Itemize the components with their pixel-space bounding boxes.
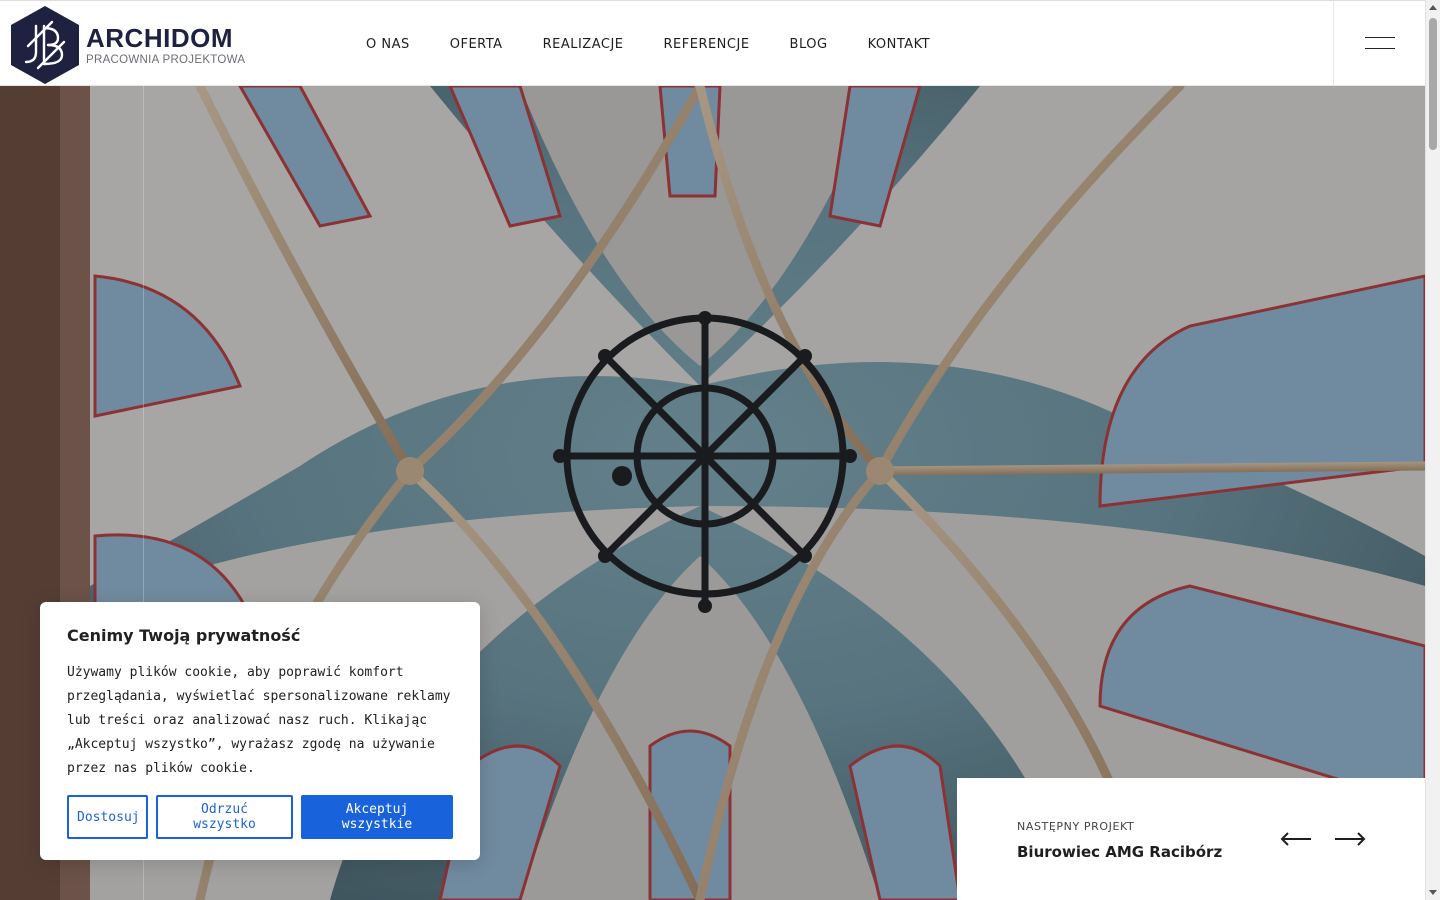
- logo-title: ARCHIDOM: [86, 23, 233, 53]
- scroll-down-icon[interactable]: [1429, 890, 1437, 895]
- cookie-buttons: Dostosuj Odrzuć wszystko Akceptuj wszyst…: [67, 795, 453, 839]
- logo[interactable]: ARCHIDOM PRACOWNIA PROJEKTOWA: [8, 4, 248, 86]
- next-project-label: NASTĘPNY PROJEKT: [1017, 820, 1135, 833]
- nav-item-oferta[interactable]: OFERTA: [450, 37, 503, 52]
- hamburger-icon-line: [1365, 48, 1395, 49]
- logo-hexagon-icon: [11, 6, 79, 84]
- nav-item-realizacje[interactable]: REALIZACJE: [543, 37, 624, 52]
- cookie-title: Cenimy Twoją prywatność: [67, 626, 301, 645]
- page-scrollbar[interactable]: [1425, 0, 1440, 900]
- cookie-consent-dialog: Cenimy Twoją prywatność Używamy plików c…: [40, 602, 480, 860]
- cookie-reject-button[interactable]: Odrzuć wszystko: [156, 795, 293, 839]
- site-header: ARCHIDOM PRACOWNIA PROJEKTOWA O NAS OFER…: [0, 0, 1425, 87]
- cookie-customize-button[interactable]: Dostosuj: [67, 795, 148, 839]
- hamburger-menu-button[interactable]: [1333, 1, 1425, 87]
- nav-item-o-nas[interactable]: O NAS: [366, 37, 410, 52]
- logo-subtitle: PRACOWNIA PROJEKTOWA: [86, 54, 246, 66]
- logo-text: ARCHIDOM PRACOWNIA PROJEKTOWA: [86, 24, 245, 66]
- nav-item-referencje[interactable]: REFERENCJE: [664, 37, 750, 52]
- nav-item-kontakt[interactable]: KONTAKT: [868, 37, 931, 52]
- arrow-right-icon[interactable]: [1334, 831, 1366, 847]
- scrollbar-thumb[interactable]: [1429, 18, 1437, 150]
- cookie-accept-button[interactable]: Akceptuj wszystkie: [301, 795, 453, 839]
- scroll-up-icon[interactable]: [1429, 5, 1437, 10]
- cookie-text: Używamy plików cookie, aby poprawić komf…: [67, 665, 451, 776]
- hamburger-icon: [1365, 37, 1395, 38]
- nav-item-blog[interactable]: BLOG: [790, 37, 828, 52]
- next-project-panel: NASTĘPNY PROJEKT Biurowiec AMG Racibórz: [957, 778, 1425, 900]
- main-nav: O NAS OFERTA REALIZACJE REFERENCJE BLOG …: [366, 37, 970, 52]
- arrow-left-icon[interactable]: [1280, 831, 1312, 847]
- next-project-title[interactable]: Biurowiec AMG Racibórz: [1017, 843, 1222, 861]
